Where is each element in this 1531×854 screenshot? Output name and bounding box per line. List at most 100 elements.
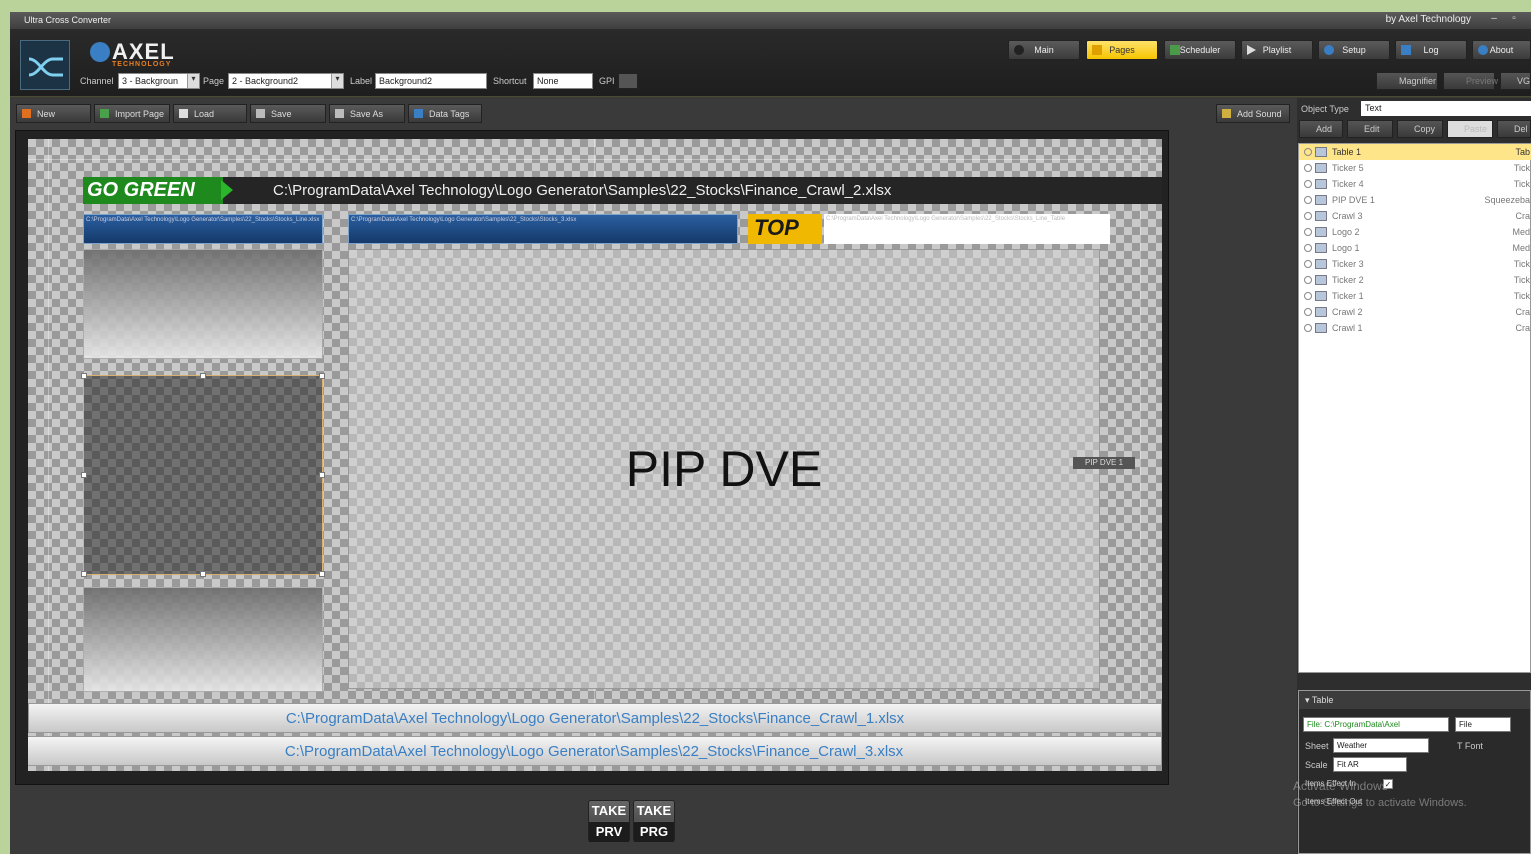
eye-icon[interactable] [1304, 324, 1312, 332]
ticker-2[interactable]: C:\ProgramData\Axel Technology\Logo Gene… [348, 214, 738, 244]
data-tags-icon [414, 109, 423, 118]
canvas-frame: GO GREEN C:\ProgramData\Axel Technology\… [15, 130, 1169, 785]
table-1[interactable] [81, 373, 325, 577]
copy-object-button[interactable]: Copy [1397, 120, 1443, 138]
eye-icon[interactable] [1304, 180, 1312, 188]
nav-main[interactable]: Main [1008, 40, 1080, 60]
eye-icon[interactable] [1304, 308, 1312, 316]
list-item[interactable]: Ticker 2 Tick [1299, 272, 1531, 288]
axel-logo-icon [90, 42, 110, 62]
scheduler-icon [1170, 45, 1180, 55]
page-label: Page [203, 76, 225, 86]
channel-select[interactable]: 3 - Backgroun ▾ [118, 73, 200, 89]
magnifier-button[interactable]: Magnifier [1376, 72, 1438, 90]
vg-button[interactable]: VG [1500, 72, 1531, 90]
load-button[interactable]: Load [173, 104, 247, 123]
nav-setup[interactable]: Setup [1318, 40, 1390, 60]
header: AXEL TECHNOLOGY Main Pages Scheduler Pla… [10, 29, 1531, 97]
label-label: Label [350, 76, 373, 86]
eye-icon[interactable] [1304, 276, 1312, 284]
crawl-2[interactable]: GO GREEN C:\ProgramData\Axel Technology\… [83, 177, 1162, 204]
add-sound-button[interactable]: Add Sound [1216, 104, 1290, 123]
save-as-icon [335, 109, 344, 118]
data-tags-button[interactable]: Data Tags [408, 104, 482, 123]
shortcut-label: Shortcut [493, 76, 527, 86]
ticker-4[interactable] [83, 249, 323, 359]
nav-playlist[interactable]: Playlist [1241, 40, 1313, 60]
image-icon [1315, 243, 1327, 253]
axel-logo: AXEL TECHNOLOGY [90, 39, 175, 68]
list-item[interactable]: Logo 1 Med [1299, 240, 1531, 256]
restore-button[interactable]: ▫ [1507, 13, 1521, 27]
eye-icon[interactable] [1304, 196, 1312, 204]
list-item[interactable]: Table 1 Tab [1299, 144, 1531, 160]
minimize-button[interactable]: – [1487, 13, 1501, 27]
paste-object-button[interactable]: Paste [1447, 120, 1493, 138]
play-icon [1247, 45, 1256, 55]
nav-pages[interactable]: Pages [1086, 40, 1158, 60]
list-item[interactable]: Logo 2 Med [1299, 224, 1531, 240]
take-program-button[interactable]: TAKE PRG [633, 800, 675, 842]
title-bar: Ultra Cross Converter by Axel Technology… [10, 12, 1531, 29]
info-icon [1478, 45, 1488, 55]
preview-button[interactable]: Preview [1443, 72, 1498, 90]
pip-icon [1315, 195, 1327, 205]
shortcut-input[interactable]: None [533, 73, 593, 89]
new-button[interactable]: New [16, 104, 91, 123]
edit-object-button[interactable]: Edit [1347, 120, 1393, 138]
nav-about[interactable]: About [1472, 40, 1531, 60]
crawl-1[interactable]: C:\ProgramData\Axel Technology\Logo Gene… [28, 703, 1162, 733]
go-green-logo[interactable]: GO GREEN [83, 177, 233, 204]
file-path-input[interactable]: File: C:\ProgramData\Axel [1303, 717, 1449, 732]
delete-object-button[interactable]: Del [1497, 120, 1531, 138]
crawl-icon [1315, 307, 1327, 317]
object-type-select[interactable]: Text [1361, 101, 1531, 116]
list-item[interactable]: Crawl 1 Cra [1299, 320, 1531, 336]
eye-icon[interactable] [1304, 260, 1312, 268]
sheet-select[interactable]: Weather [1333, 738, 1429, 753]
eye-icon[interactable] [1304, 148, 1312, 156]
pip-dve-1[interactable]: PIP DVE [348, 249, 1100, 689]
list-item[interactable]: Ticker 3 Tick [1299, 256, 1531, 272]
eye-icon[interactable] [1304, 212, 1312, 220]
list-item[interactable]: Ticker 5 Tick [1299, 160, 1531, 176]
ticker-1[interactable]: C:\ProgramData\Axel Technology\Logo Gene… [83, 214, 323, 244]
ticker-icon [1315, 179, 1327, 189]
nav-log[interactable]: Log [1395, 40, 1467, 60]
ticker-icon [1315, 291, 1327, 301]
save-as-button[interactable]: Save As [329, 104, 405, 123]
crawl-icon [1315, 323, 1327, 333]
list-item[interactable]: Ticker 1 Tick [1299, 288, 1531, 304]
import-page-button[interactable]: Import Page [94, 104, 170, 123]
font-button[interactable]: T Font [1457, 741, 1483, 751]
list-item[interactable]: Ticker 4 Tick [1299, 176, 1531, 192]
table-properties-header[interactable]: ▾ Table [1299, 691, 1530, 709]
top-logo[interactable]: TOP [748, 214, 822, 244]
save-button[interactable]: Save [250, 104, 326, 123]
eye-icon[interactable] [1304, 164, 1312, 172]
page-canvas[interactable]: GO GREEN C:\ProgramData\Axel Technology\… [28, 139, 1162, 771]
eye-icon[interactable] [1304, 292, 1312, 300]
file-type-select[interactable]: File [1455, 717, 1511, 732]
log-icon [1401, 45, 1411, 55]
pages-icon [1092, 45, 1102, 55]
ticker-3[interactable]: C:\ProgramData\Axel Technology\Logo Gene… [824, 214, 1110, 244]
gpi-label: GPI [599, 76, 615, 86]
window-credit: by Axel Technology [1385, 14, 1471, 25]
list-item[interactable]: PIP DVE 1 Squeezeba [1299, 192, 1531, 208]
eye-icon[interactable] [1304, 228, 1312, 236]
ticker-5[interactable] [83, 587, 323, 692]
list-item[interactable]: Crawl 3 Cra [1299, 208, 1531, 224]
crawl-3[interactable]: C:\ProgramData\Axel Technology\Logo Gene… [28, 736, 1162, 766]
add-object-button[interactable]: Add [1299, 120, 1343, 138]
eye-icon[interactable] [1304, 244, 1312, 252]
new-icon [22, 109, 31, 118]
nav-scheduler[interactable]: Scheduler [1164, 40, 1236, 60]
scale-select[interactable]: Fit AR [1333, 757, 1407, 772]
gpi-button[interactable] [618, 73, 638, 89]
label-input[interactable]: Background2 [375, 73, 487, 89]
page-select[interactable]: 2 - Background2 ▾ [228, 73, 344, 89]
table-properties-panel: ▾ Table File: C:\ProgramData\Axel File S… [1298, 690, 1531, 854]
list-item[interactable]: Crawl 2 Cra [1299, 304, 1531, 320]
take-preview-button[interactable]: TAKE PRV [588, 800, 630, 842]
